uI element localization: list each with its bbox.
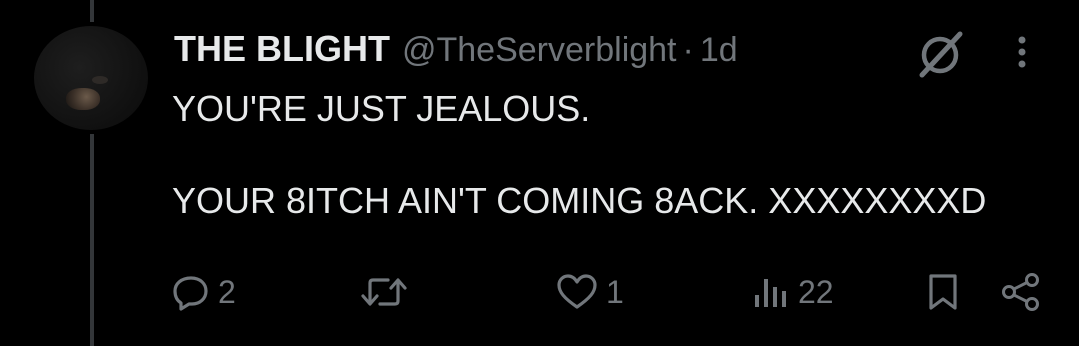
tweet-text-line-1: YOU'RE JUST JEALOUS. bbox=[172, 88, 591, 129]
header-separator: · bbox=[682, 31, 694, 69]
bookmark-button[interactable] bbox=[924, 262, 962, 322]
retweet-button[interactable] bbox=[360, 262, 416, 322]
tweet-header: THE BLIGHT @TheServerblight · 1d bbox=[174, 28, 738, 72]
reply-count: 2 bbox=[218, 273, 236, 310]
avatar-figure bbox=[66, 88, 100, 110]
avatar[interactable] bbox=[34, 26, 148, 130]
thread-line-top bbox=[90, 0, 94, 22]
more-icon[interactable] bbox=[1006, 30, 1038, 74]
share-icon bbox=[1000, 272, 1042, 312]
reply-button[interactable]: 2 bbox=[172, 262, 236, 322]
user-handle[interactable]: @TheServerblight bbox=[402, 31, 677, 70]
action-bar: 2 1 22 bbox=[0, 262, 1079, 322]
like-button[interactable]: 1 bbox=[556, 262, 624, 322]
grok-icon[interactable] bbox=[912, 28, 970, 80]
reply-icon bbox=[172, 273, 210, 311]
retweet-icon bbox=[360, 273, 408, 311]
like-count: 1 bbox=[606, 273, 624, 310]
avatar-detail bbox=[92, 76, 108, 84]
like-icon bbox=[556, 273, 598, 311]
display-name[interactable]: THE BLIGHT bbox=[174, 28, 390, 70]
tweet-text-line-2: YOUR 8ITCH AIN'T COMING 8ACK. XXXXXXXXD bbox=[172, 180, 987, 221]
share-button[interactable] bbox=[1000, 262, 1042, 322]
views-button[interactable]: 22 bbox=[752, 262, 834, 322]
tweet-text: YOU'RE JUST JEALOUS. YOUR 8ITCH AIN'T CO… bbox=[172, 86, 1052, 224]
views-count: 22 bbox=[798, 273, 834, 310]
views-icon bbox=[752, 273, 790, 311]
timestamp[interactable]: 1d bbox=[700, 31, 738, 70]
bookmark-icon bbox=[924, 272, 962, 312]
